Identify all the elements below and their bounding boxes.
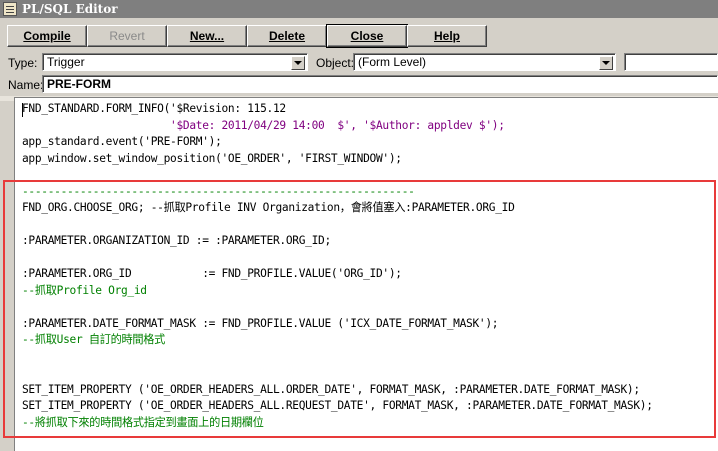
object-extra-field[interactable] (624, 53, 718, 71)
chevron-down-icon[interactable] (291, 56, 305, 70)
compile-button[interactable]: Compile (7, 25, 87, 47)
toolbar: Compile Revert New... Delete Close Help (0, 23, 718, 49)
object-select[interactable]: (Form Level) (353, 53, 616, 71)
chevron-down-icon[interactable] (599, 56, 613, 70)
name-row: Name: PRE-FORM (0, 75, 718, 95)
code-line-text: app_standard.event('PRE-FORM'); (22, 135, 222, 148)
code-line: '$Date: 2011/04/29 14:00 $', '$Author: a… (22, 118, 653, 135)
revert-button[interactable]: Revert (87, 25, 167, 47)
text-cursor (22, 103, 23, 117)
code-line-text: '$Date: 2011/04/29 14:00 $', '$Author: a… (22, 118, 505, 132)
code-line: FND_STANDARD.FORM_INFO('$Revision: 115.1… (22, 101, 653, 118)
name-value: PRE-FORM (47, 77, 111, 91)
code-line: app_window.set_window_position('OE_ORDER… (22, 151, 653, 168)
window-title: PL/SQL Editor (22, 2, 118, 16)
editor-icon (3, 2, 17, 16)
highlight-box (3, 180, 716, 438)
name-label: Name: (8, 78, 44, 92)
code-line-text: app_window.set_window_position('OE_ORDER… (22, 151, 402, 165)
type-select[interactable]: Trigger (42, 53, 308, 71)
code-line-text: FND_STANDARD.FORM_INFO('$Revision: 115.1… (22, 102, 286, 115)
title-bar: PL/SQL Editor (0, 0, 718, 18)
object-value: (Form Level) (358, 55, 427, 69)
help-button[interactable]: Help (407, 25, 487, 47)
object-label: Object: (316, 56, 355, 70)
name-field[interactable]: PRE-FORM (42, 75, 718, 93)
new-button[interactable]: New... (167, 25, 247, 47)
type-value: Trigger (47, 55, 85, 69)
delete-button[interactable]: Delete (247, 25, 327, 47)
type-object-row: Type: Trigger Object: (Form Level) (0, 53, 718, 73)
code-line: app_standard.event('PRE-FORM'); (22, 134, 653, 151)
type-label: Type: (8, 56, 38, 70)
close-button[interactable]: Close (326, 24, 408, 48)
